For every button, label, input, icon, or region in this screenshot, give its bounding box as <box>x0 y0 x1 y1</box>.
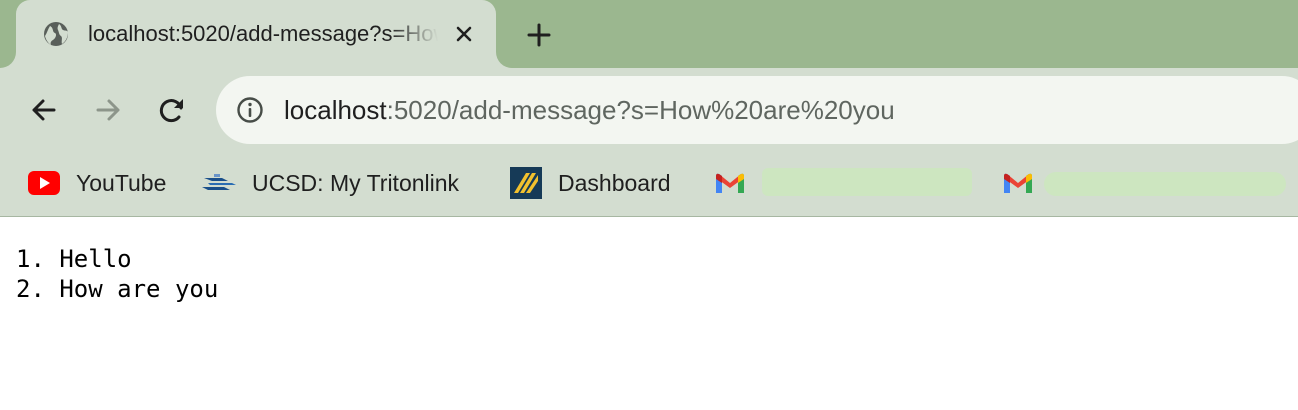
close-icon[interactable] <box>452 22 476 46</box>
new-tab-plus-icon[interactable] <box>524 20 554 50</box>
bookmark-dashboard[interactable]: Dashboard <box>510 166 671 200</box>
redacted-bookmark-label <box>1044 172 1286 196</box>
dashboard-icon <box>510 167 542 199</box>
bookmark-label: YouTube <box>76 169 167 196</box>
gmail-icon <box>716 173 744 193</box>
message-item: 1. Hello <box>16 245 132 273</box>
back-arrow-icon[interactable] <box>28 94 60 126</box>
reload-icon[interactable] <box>156 94 188 126</box>
tab-title: localhost:5020/add-message?s=How%20are%2… <box>88 21 438 46</box>
redacted-bookmark-label <box>762 168 972 196</box>
message-list: 1. Hello 2. How are you <box>16 244 218 304</box>
bookmark-label: UCSD: My Tritonlink <box>252 169 460 196</box>
url-host: localhost <box>284 95 387 125</box>
gmail-icon <box>1004 173 1032 193</box>
bookmark-youtube[interactable]: YouTube <box>28 166 166 200</box>
tab-strip: localhost:5020/add-message?s=How%20are%2… <box>0 0 1298 68</box>
message-item: 2. How are you <box>16 275 219 303</box>
page-content: 1. Hello 2. How are you <box>0 217 1298 410</box>
url-text[interactable]: localhost:5020/add-message?s=How%20are%2… <box>284 94 895 126</box>
bookmark-gmail-1[interactable] <box>714 166 746 200</box>
youtube-icon <box>28 171 60 195</box>
forward-arrow-icon[interactable] <box>92 94 124 126</box>
browser-toolbar: localhost:5020/add-message?s=How%20are%2… <box>0 68 1298 150</box>
bookmark-gmail-2[interactable] <box>1002 166 1034 200</box>
bookmarks-bar: YouTube UCSD: My Tritonlink Dashboard <box>0 150 1298 217</box>
globe-icon <box>44 22 68 46</box>
bookmark-tritonlink[interactable]: UCSD: My Tritonlink <box>202 166 459 200</box>
url-path: :5020/add-message?s=How%20are%20you <box>386 95 895 125</box>
tab-active[interactable]: localhost:5020/add-message?s=How%20are%2… <box>16 0 496 68</box>
bookmark-label: Dashboard <box>558 169 671 196</box>
address-bar[interactable]: localhost:5020/add-message?s=How%20are%2… <box>216 76 1298 144</box>
site-info-icon[interactable] <box>236 96 264 124</box>
tritonlink-icon <box>202 174 236 190</box>
